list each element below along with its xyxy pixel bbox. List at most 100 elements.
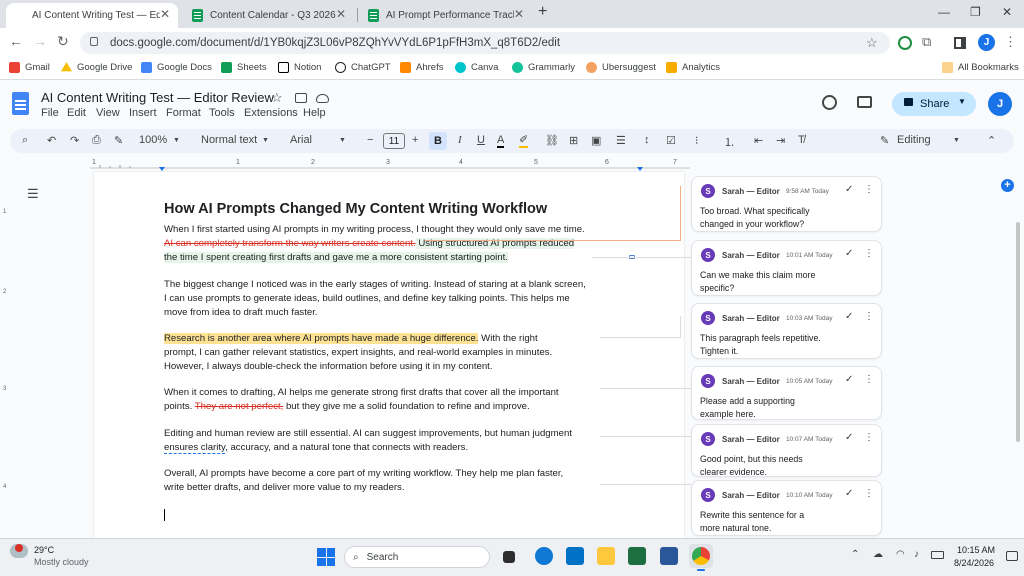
paragraph-line[interactable]: I can use prompts to generate ideas, bui…	[164, 292, 570, 306]
move-folder-icon[interactable]	[295, 93, 307, 103]
menu-file[interactable]: File	[41, 107, 59, 119]
close-tab-icon[interactable]: ✕	[514, 7, 524, 21]
new-tab-button[interactable]: +	[538, 3, 547, 21]
menu-insert[interactable]: Insert	[129, 107, 157, 119]
print-icon[interactable]: ⎙	[92, 134, 101, 147]
lock-icon[interactable]	[90, 37, 98, 46]
paragraph-line[interactable]: When I first started using AI prompts in…	[164, 223, 585, 237]
align-left-icon[interactable]: ☰	[616, 134, 626, 147]
excel-icon[interactable]	[628, 547, 646, 565]
text-color-icon[interactable]: A	[497, 134, 505, 148]
more-options-icon[interactable]: ⋮	[864, 184, 874, 195]
extensions-icon[interactable]: ⧉	[922, 34, 931, 50]
bookmark-sheets[interactable]: Sheets	[221, 62, 267, 73]
undo-icon[interactable]: ↶	[47, 134, 56, 147]
weather-temp[interactable]: 29°C	[34, 545, 54, 555]
menu-tools[interactable]: Tools	[209, 107, 235, 119]
suggested-insertion[interactable]: the time I spent creating first drafts a…	[164, 252, 508, 263]
all-bookmarks[interactable]: All Bookmarks	[942, 62, 1019, 73]
forward-icon[interactable]: →	[33, 33, 47, 49]
resolve-check-icon[interactable]: ✓	[845, 311, 853, 322]
file-explorer-icon[interactable]	[597, 547, 615, 565]
clock-time[interactable]: 10:15 AM	[957, 545, 995, 555]
insert-link-icon[interactable]: ⛓	[545, 134, 559, 147]
docs-logo-icon[interactable]	[12, 92, 29, 115]
more-options-icon[interactable]: ⋮	[864, 488, 874, 499]
commented-text[interactable]: Research is another area where AI prompt…	[164, 333, 479, 344]
more-options-icon[interactable]: ⋮	[864, 432, 874, 443]
url-bar[interactable]: docs.google.com/document/d/1YB0kqjZ3L06v…	[80, 32, 890, 54]
bookmark-analytics[interactable]: Analytics	[666, 62, 720, 73]
reload-icon[interactable]: ↻	[57, 33, 69, 50]
suggested-deletion[interactable]: AI can completely transform the way writ…	[164, 238, 416, 249]
increase-indent-icon[interactable]: ⇥	[776, 134, 785, 147]
paragraph-line[interactable]: Editing and human review are still essen…	[164, 427, 572, 441]
task-view-icon[interactable]	[503, 551, 515, 563]
document-title[interactable]: AI Content Writing Test — Editor Review	[41, 90, 274, 105]
cloud-saved-icon[interactable]	[316, 94, 329, 103]
menu-format[interactable]: Format	[166, 107, 201, 119]
decrease-indent-icon[interactable]: ⇤	[754, 134, 763, 147]
menu-view[interactable]: View	[96, 107, 120, 119]
increase-font-size-icon[interactable]: +	[412, 134, 418, 146]
close-tab-icon[interactable]: ✕	[336, 7, 346, 21]
chrome-icon[interactable]	[692, 547, 710, 565]
weather-description[interactable]: Mostly cloudy	[34, 557, 89, 567]
battery-icon[interactable]	[931, 551, 944, 559]
resolve-check-icon[interactable]: ✓	[845, 248, 853, 259]
show-hidden-icons[interactable]: ⌃	[851, 549, 859, 560]
share-dropdown-icon[interactable]: ▼	[958, 97, 966, 106]
add-comment-button[interactable]: +	[1001, 179, 1014, 192]
paragraph-line[interactable]: the time I spent creating first drafts a…	[164, 251, 508, 265]
restore-icon[interactable]: ❐	[970, 5, 981, 19]
close-window-icon[interactable]: ✕	[1002, 5, 1012, 19]
clock-date[interactable]: 8/24/2026	[954, 558, 994, 568]
grammar-suggestion[interactable]: ensures clarity	[164, 442, 226, 454]
comment-card[interactable]: S Sarah — Editor 10:07 AM Today ✓ ⋮ Good…	[691, 424, 882, 477]
user-avatar[interactable]: J	[988, 92, 1012, 116]
edge-icon[interactable]	[535, 547, 553, 565]
paragraph-line[interactable]: Research is another area where AI prompt…	[164, 332, 538, 346]
comment-card[interactable]: S Sarah — Editor 10:10 AM Today ✓ ⋮ Rewr…	[691, 480, 882, 536]
font-size-input[interactable]: 11	[383, 133, 405, 149]
highlight-color-icon[interactable]: ✐	[519, 134, 529, 148]
word-icon[interactable]	[660, 547, 678, 565]
suggested-deletion[interactable]: They are not perfect,	[195, 401, 284, 412]
bookmark-chatgpt[interactable]: ChatGPT	[335, 62, 391, 73]
horizontal-ruler[interactable]	[90, 158, 690, 172]
wifi-icon[interactable]: ◠	[896, 549, 905, 560]
bookmark-canva[interactable]: Canva	[455, 62, 498, 73]
windows-start-icon[interactable]	[317, 548, 335, 566]
paragraph-line[interactable]: prompt, I can gather relevant statistics…	[164, 346, 552, 360]
comments-icon[interactable]	[857, 96, 872, 108]
paragraph-line[interactable]: move from idea to draft much faster.	[164, 306, 318, 320]
paragraph-line[interactable]: When it comes to drafting, AI helps me g…	[164, 386, 559, 400]
search-menus-icon[interactable]: ⌕	[22, 134, 28, 147]
numbered-list-icon[interactable]: ⒈	[724, 134, 735, 150]
menu-help[interactable]: Help	[303, 107, 326, 119]
tab-ai-content-writing-test[interactable]: AI Content Writing Test — Editor Rev ✕	[6, 3, 178, 28]
resolve-check-icon[interactable]: ✓	[845, 184, 853, 195]
menu-extensions[interactable]: Extensions	[244, 107, 298, 119]
notifications-icon[interactable]	[1006, 551, 1018, 561]
comment-card[interactable]: S Sarah — Editor 10:01 AM Today ✓ ⋮ Can …	[691, 240, 882, 296]
paragraph-style-select[interactable]: Normal text	[201, 134, 257, 146]
menu-edit[interactable]: Edit	[67, 107, 86, 119]
resolve-check-icon[interactable]: ✓	[845, 374, 853, 385]
browser-menu-icon[interactable]: ⋮	[1004, 34, 1017, 50]
checklist-icon[interactable]: ☑	[666, 134, 676, 147]
paragraph-line[interactable]: write better drafts, and deliver more va…	[164, 481, 404, 495]
bookmark-google-drive[interactable]: Google Drive	[61, 62, 132, 73]
italic-icon[interactable]: I	[458, 134, 462, 146]
paragraph-line[interactable]: The biggest change I noticed was in the …	[164, 278, 586, 292]
taskbar-search[interactable]: ⌕ Search	[344, 546, 490, 568]
profile-avatar[interactable]: J	[978, 34, 995, 51]
volume-icon[interactable]: ♪	[914, 549, 919, 560]
paragraph-line[interactable]: points. They are not perfect, but they g…	[164, 400, 530, 414]
minimize-icon[interactable]: —	[938, 5, 950, 19]
editing-mode-select[interactable]: Editing	[897, 134, 931, 146]
font-select[interactable]: Arial	[290, 134, 312, 146]
comment-card[interactable]: S Sarah — Editor 10:03 AM Today ✓ ⋮ This…	[691, 303, 882, 359]
more-options-icon[interactable]: ⋮	[864, 248, 874, 259]
bookmark-grammarly[interactable]: Grammarly	[512, 62, 575, 73]
